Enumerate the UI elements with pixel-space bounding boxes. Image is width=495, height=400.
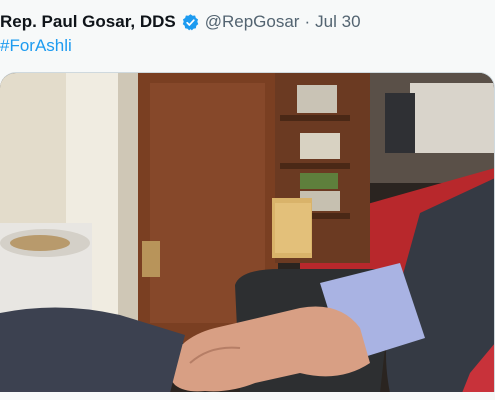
author-handle[interactable]: @RepGosar — [205, 12, 300, 32]
tweet-header: Rep. Paul Gosar, DDS @RepGosar · Jul 30 — [0, 10, 361, 34]
verified-badge-icon — [181, 13, 200, 32]
tweet-date[interactable]: Jul 30 — [315, 12, 360, 32]
hashtag-link[interactable]: #ForAshli — [0, 36, 72, 58]
separator-dot: · — [304, 12, 311, 31]
author-name[interactable]: Rep. Paul Gosar, DDS — [0, 12, 176, 32]
tweet-photo[interactable] — [0, 72, 495, 392]
photo-content — [0, 73, 494, 392]
